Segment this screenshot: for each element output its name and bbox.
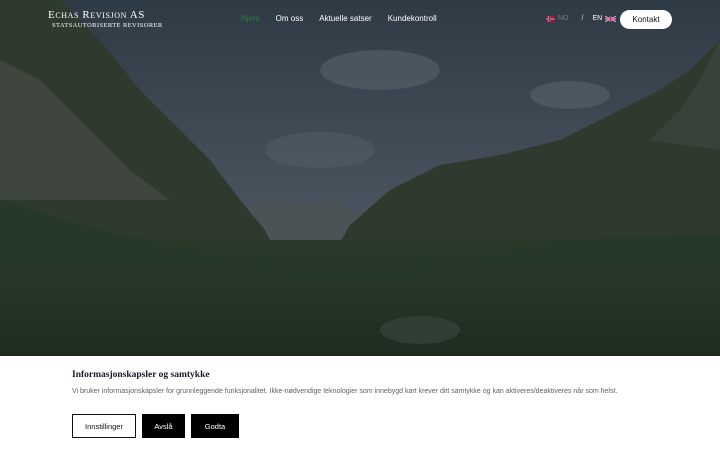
nav-item-om-oss[interactable]: Om oss (276, 14, 304, 23)
brand-tagline: Statsautoriserte Revisorer (52, 22, 163, 29)
language-no[interactable]: NO (558, 15, 569, 22)
brand-logo[interactable]: Echas Revisjon AS Statsautoriserte Revis… (48, 9, 163, 30)
nav-item-hjem[interactable]: Hjem (241, 14, 260, 23)
cookie-banner-title: Informasjonskapsler og samtykke (72, 370, 210, 380)
main-nav: Hjem Om oss Aktuelle satser Kundekontrol… (241, 14, 437, 23)
cookie-settings-button[interactable]: Innstillinger (72, 414, 136, 438)
cookie-decline-button[interactable]: Avslå (142, 414, 185, 438)
language-en[interactable]: EN (592, 15, 602, 22)
cookie-accept-button[interactable]: Godta (191, 414, 239, 438)
brand-name: Echas Revisjon AS (48, 9, 145, 21)
nav-item-kundekontroll[interactable]: Kundekontroll (388, 14, 437, 23)
contact-button[interactable]: Kontakt (620, 10, 672, 29)
cookie-banner-text: Vi bruker informasjonskapsler for grunnl… (72, 388, 618, 395)
language-separator: / (581, 15, 584, 22)
uk-flag-icon[interactable] (604, 15, 617, 22)
norway-flag-icon[interactable] (546, 15, 555, 22)
cookie-banner: Informasjonskapsler og samtykke Vi bruke… (0, 356, 720, 450)
nav-item-aktuelle-satser[interactable]: Aktuelle satser (319, 14, 371, 23)
site-header: Echas Revisjon AS Statsautoriserte Revis… (0, 0, 720, 40)
language-switcher: NO / EN (546, 15, 617, 22)
